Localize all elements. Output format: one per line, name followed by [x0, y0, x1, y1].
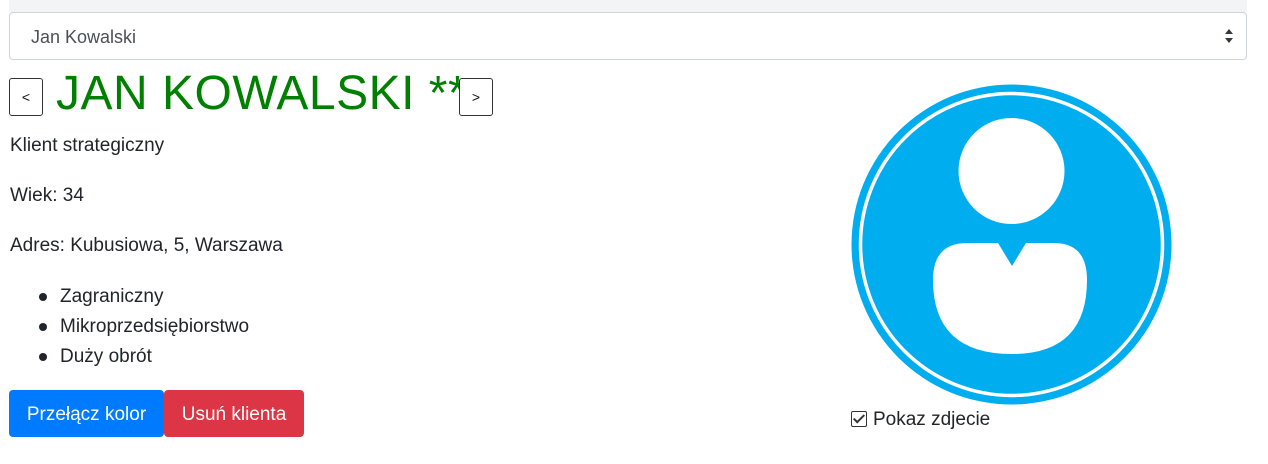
client-address: Adres: Kubusiowa, 5, Warszawa [10, 235, 283, 256]
bullet-icon [39, 323, 47, 331]
show-photo-checkbox[interactable] [851, 411, 867, 427]
list-item: Zagraniczny [10, 282, 249, 312]
client-select-value: Jan Kowalski [31, 27, 137, 47]
client-photo [849, 82, 1174, 407]
delete-client-button[interactable]: Usuń klienta [164, 390, 304, 437]
list-item: Mikroprzedsiębiorstwo [10, 312, 249, 342]
client-age: Wiek: 34 [10, 185, 84, 206]
bullet-icon [39, 353, 47, 361]
tag-label: Zagraniczny [60, 286, 164, 307]
client-select[interactable]: Jan Kowalski [9, 12, 1247, 60]
next-client-button[interactable]: > [459, 78, 493, 116]
list-item: Duży obrót [10, 342, 249, 372]
show-photo-label: Pokaz zdjecie [873, 409, 991, 430]
previous-client-button[interactable]: < [9, 78, 43, 116]
user-avatar-icon [851, 84, 1172, 405]
tag-label: Mikroprzedsiębiorstwo [60, 316, 250, 337]
client-type: Klient strategiczny [10, 135, 165, 156]
select-arrows-icon [1225, 29, 1233, 43]
client-tags-list: Zagraniczny Mikroprzedsiębiorstwo Duży o… [10, 282, 249, 372]
toggle-color-button[interactable]: Przełącz kolor [9, 390, 164, 437]
show-photo-toggle[interactable]: Pokaz zdjecie [851, 409, 990, 431]
top-strip [9, 0, 1247, 12]
tag-label: Duży obrót [60, 346, 152, 367]
client-name-heading: JAN KOWALSKI ** [56, 67, 468, 120]
bullet-icon [39, 293, 47, 301]
